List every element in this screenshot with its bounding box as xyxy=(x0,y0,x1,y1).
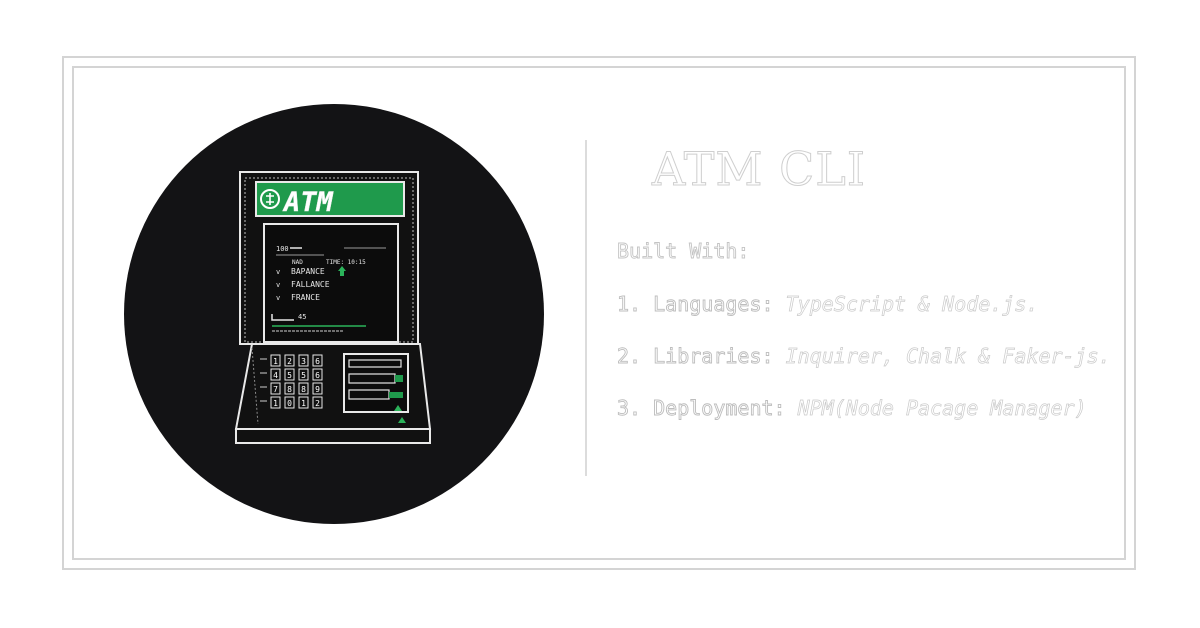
screen-footer: 45 xyxy=(298,313,306,321)
item-label: Deployment: xyxy=(653,396,786,421)
keypad-key: 8 xyxy=(287,385,292,394)
keypad-key: 0 xyxy=(287,399,292,408)
keypad-key: 1 xyxy=(273,399,278,408)
item-label: Languages: xyxy=(653,292,774,317)
atm-base xyxy=(235,428,431,444)
screen-header-left: NAD xyxy=(292,259,303,266)
item-number: 2. xyxy=(617,344,642,369)
screen-menu-item: BAPANCE xyxy=(291,267,325,276)
screen-header-right: TIME: 10:15 xyxy=(326,259,366,266)
list-item-libraries: 2. Libraries: Inquirer, Chalk & Faker-js… xyxy=(617,343,1137,369)
item-number: 1. xyxy=(617,292,642,317)
vertical-divider xyxy=(585,140,587,476)
atm-screen xyxy=(263,223,399,343)
keypad-key: 2 xyxy=(315,399,320,408)
item-number: 3. xyxy=(617,396,642,421)
check-icon: v xyxy=(276,281,280,289)
keypad-key: 8 xyxy=(301,385,306,394)
screen-menu-item: FRANCE xyxy=(291,293,320,302)
atm-badge: ATM 100 NAD TIME: 10:15 v BAPANCE v FALL… xyxy=(124,104,544,524)
page-title: ATM CLI xyxy=(652,142,867,197)
check-icon: v xyxy=(276,268,280,276)
keypad-key: 5 xyxy=(301,371,306,380)
list-item-languages: 1. Languages: TypeScript & Node.js. xyxy=(617,291,1137,317)
atm-illustration: ATM 100 NAD TIME: 10:15 v BAPANCE v FALL… xyxy=(234,171,432,444)
screen-menu-item: FALLANCE xyxy=(291,280,330,289)
keypad-key: 1 xyxy=(273,357,278,366)
keypad-key: 4 xyxy=(273,371,278,380)
keypad-key: 6 xyxy=(315,371,320,380)
item-value: Inquirer, Chalk & Faker-js. xyxy=(785,344,1111,369)
list-item-deployment: 3. Deployment: NPM(Node Pacage Manager) xyxy=(617,395,1137,421)
keypad-key: 5 xyxy=(287,371,292,380)
keypad-key: 2 xyxy=(287,357,292,366)
item-label: Libraries: xyxy=(653,344,774,369)
keypad-key: 3 xyxy=(301,357,306,366)
keypad-key: 7 xyxy=(273,385,278,394)
keypad-key: 9 xyxy=(315,385,320,394)
keypad-key: 6 xyxy=(315,357,320,366)
screen-number: 100 xyxy=(276,245,289,253)
atm-brand: ATM xyxy=(282,187,334,218)
check-icon: v xyxy=(276,294,280,302)
built-with-label: Built With: xyxy=(617,239,750,264)
keypad-key: 1 xyxy=(301,399,306,408)
item-value: TypeScript & Node.js. xyxy=(785,292,1039,317)
item-value: NPM(Node Pacage Manager) xyxy=(797,396,1087,421)
